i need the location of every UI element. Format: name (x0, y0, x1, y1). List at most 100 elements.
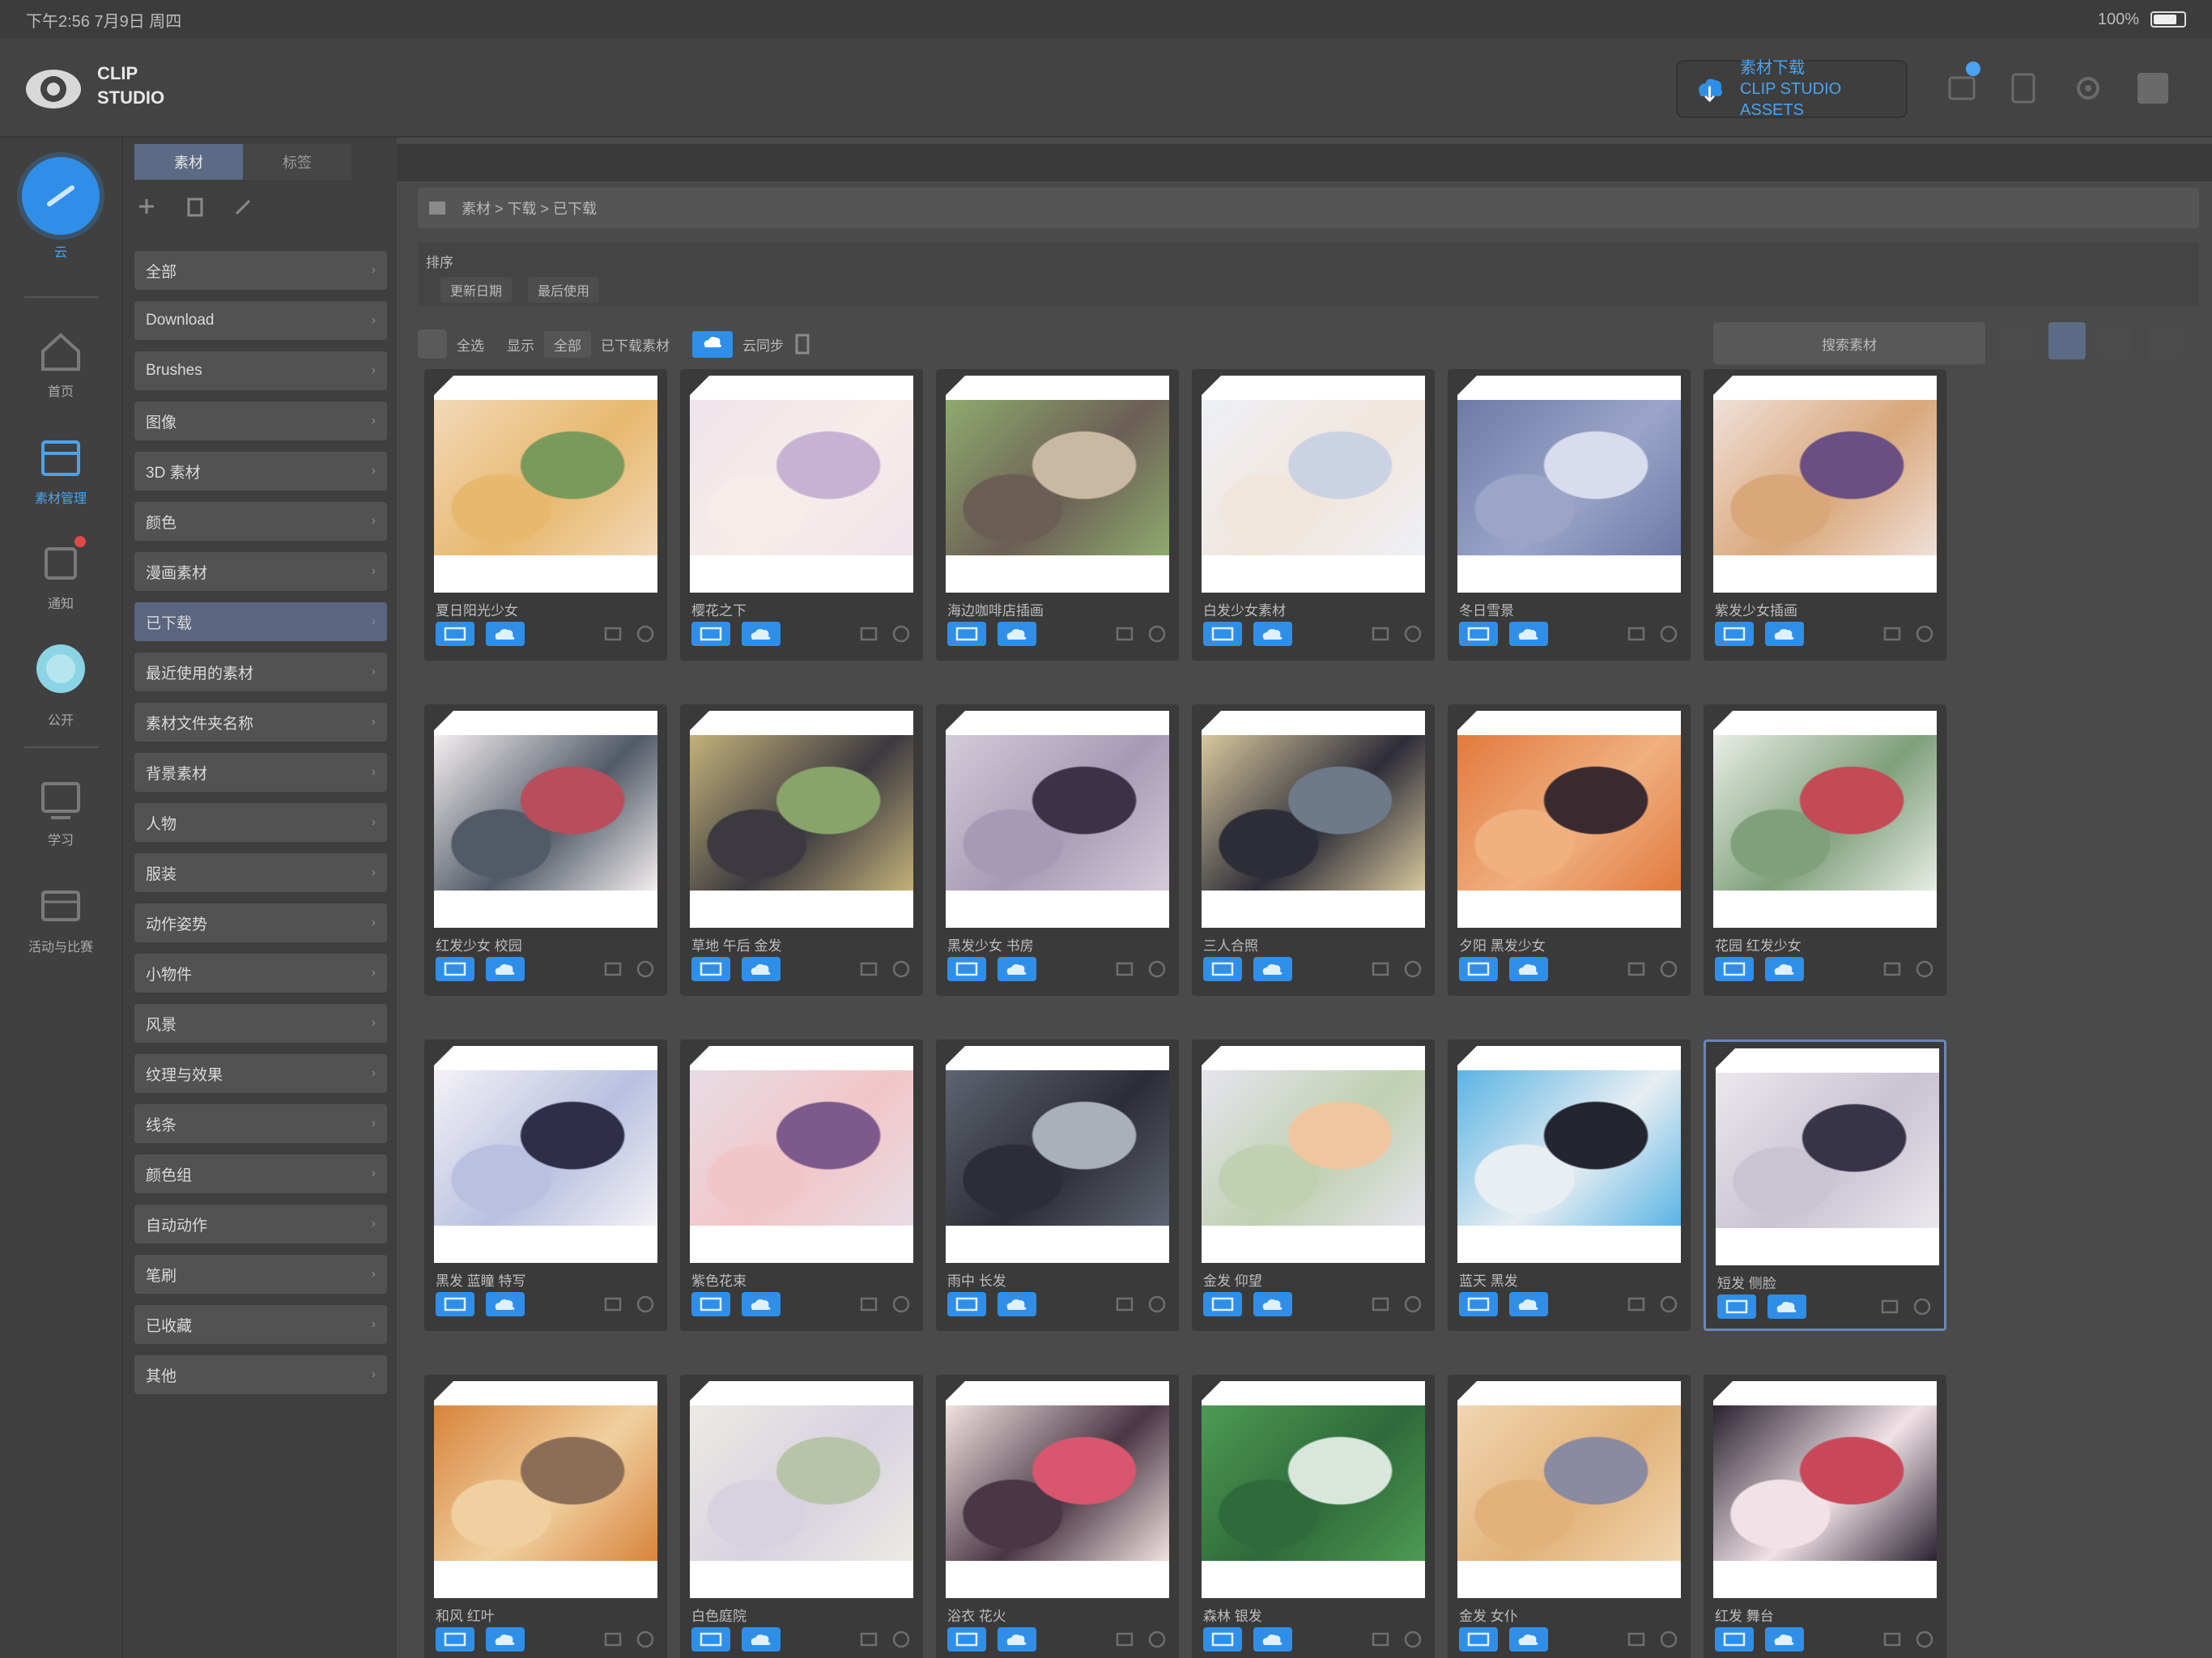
rail-item-cloud[interactable]: 云 (0, 157, 121, 261)
document-icon[interactable] (2005, 70, 2042, 107)
folder-move-icon[interactable] (1882, 623, 1903, 644)
asset-card[interactable]: 金发 女仆 (1448, 1375, 1691, 1658)
tab-assets[interactable]: 素材 (134, 144, 243, 180)
rail-item-learn[interactable]: 学习 (0, 777, 121, 848)
info-icon[interactable] (1402, 959, 1423, 980)
category-item[interactable]: 小物件 › (134, 954, 387, 993)
asset-card[interactable]: 红发 舞台 (1704, 1375, 1946, 1658)
asset-card[interactable]: 森林 银发 (1192, 1375, 1435, 1658)
rail-item-home[interactable]: 首页 (0, 329, 121, 400)
category-item[interactable]: 背景素材 › (134, 753, 387, 792)
notification-bell-icon[interactable] (1943, 70, 1980, 107)
asset-search-input[interactable]: 搜索素材 (1713, 322, 1985, 364)
more-options-icon[interactable] (793, 332, 811, 356)
info-icon[interactable] (891, 623, 912, 644)
delete-icon[interactable] (183, 194, 207, 219)
asset-card[interactable]: 金发 仰望 (1192, 1039, 1435, 1331)
folder-move-icon[interactable] (1626, 1294, 1647, 1315)
category-item[interactable]: Download › (134, 301, 387, 340)
category-item[interactable]: 最近使用的素材 › (134, 653, 387, 691)
folder-move-icon[interactable] (1882, 1629, 1903, 1650)
info-icon[interactable] (891, 1629, 912, 1650)
info-icon[interactable] (1658, 623, 1679, 644)
info-icon[interactable] (1914, 1629, 1935, 1650)
add-folder-icon[interactable] (134, 194, 159, 219)
select-all-checkbox[interactable] (418, 329, 447, 359)
asset-card[interactable]: 蓝天 黑发 (1448, 1039, 1691, 1331)
folder-move-icon[interactable] (1114, 1629, 1135, 1650)
info-icon[interactable] (1914, 959, 1935, 980)
view-list-button[interactable] (2000, 322, 2037, 359)
info-icon[interactable] (1146, 1629, 1168, 1650)
asset-card[interactable]: 樱花之下 (680, 369, 923, 661)
category-item[interactable]: 素材文件夹名称 › (134, 703, 387, 742)
sort-chip-updated[interactable]: 更新日期 (440, 277, 513, 303)
folder-move-icon[interactable] (1626, 959, 1647, 980)
folder-move-icon[interactable] (858, 623, 879, 644)
info-icon[interactable] (1914, 623, 1935, 644)
asset-card[interactable]: 和风 红叶 (424, 1375, 667, 1658)
category-item[interactable]: 风景 › (134, 1004, 387, 1043)
category-item[interactable]: 已下载 › (134, 602, 387, 641)
asset-card[interactable]: 夏日阳光少女 (424, 369, 667, 661)
tab-tags[interactable]: 标签 (243, 144, 351, 180)
asset-card[interactable]: 雨中 长发 (936, 1039, 1179, 1331)
category-item[interactable]: 已收藏 › (134, 1305, 387, 1344)
rail-item-events[interactable]: 活动与比赛 (0, 884, 121, 955)
folder-move-icon[interactable] (858, 1294, 879, 1315)
asset-card[interactable]: 白色庭院 (680, 1375, 923, 1658)
folder-move-icon[interactable] (1370, 623, 1391, 644)
folder-move-icon[interactable] (1626, 1629, 1647, 1650)
category-item[interactable]: 服装 › (134, 853, 387, 892)
folder-move-icon[interactable] (602, 623, 623, 644)
category-item[interactable]: 动作姿势 › (134, 903, 387, 942)
info-icon[interactable] (1146, 623, 1168, 644)
info-icon[interactable] (1402, 623, 1423, 644)
info-icon[interactable] (1146, 959, 1168, 980)
category-item[interactable]: 自动动作 › (134, 1205, 387, 1244)
folder-move-icon[interactable] (1114, 959, 1135, 980)
asset-card[interactable]: 草地 午后 金发 (680, 704, 923, 996)
category-item[interactable]: 3D 素材 › (134, 452, 387, 491)
sort-chip-last-used[interactable]: 最后使用 (528, 277, 600, 303)
edit-icon[interactable] (232, 194, 256, 219)
asset-card[interactable]: 海边咖啡店插画 (936, 369, 1179, 661)
asset-card[interactable]: 黑发少女 书房 (936, 704, 1179, 996)
asset-card[interactable]: 红发少女 校园 (424, 704, 667, 996)
folder-move-icon[interactable] (602, 1294, 623, 1315)
rail-item-notifications[interactable]: 通知 (0, 541, 121, 612)
category-item[interactable]: 其他 › (134, 1355, 387, 1394)
asset-download-button[interactable]: 素材下载 CLIP STUDIO ASSETS (1676, 59, 1908, 119)
folder-move-icon[interactable] (1114, 623, 1135, 644)
category-item[interactable]: 图像 › (134, 402, 387, 440)
category-item[interactable]: 人物 › (134, 803, 387, 842)
info-icon[interactable] (891, 1294, 912, 1315)
settings-gear-icon[interactable] (2069, 70, 2107, 107)
filter-all-button[interactable]: 全部 (544, 330, 591, 358)
asset-card[interactable]: 紫色花束 (680, 1039, 923, 1331)
rail-item-share[interactable]: 公开 (0, 638, 121, 729)
asset-card[interactable]: 三人合照 (1192, 704, 1435, 996)
folder-move-icon[interactable] (1114, 1294, 1135, 1315)
view-large-button[interactable] (2097, 322, 2134, 359)
asset-card[interactable]: 花园 红发少女 (1704, 704, 1946, 996)
category-item[interactable]: 颜色组 › (134, 1154, 387, 1193)
category-item[interactable]: 线条 › (134, 1104, 387, 1143)
info-icon[interactable] (1658, 959, 1679, 980)
folder-move-icon[interactable] (1370, 1294, 1391, 1315)
info-icon[interactable] (635, 623, 656, 644)
info-icon[interactable] (1146, 1294, 1168, 1315)
category-item[interactable]: 纹理与效果 › (134, 1054, 387, 1093)
info-icon[interactable] (1402, 1629, 1423, 1650)
asset-card[interactable]: 紫发少女插画 (1704, 369, 1946, 661)
asset-card[interactable]: 夕阳 黑发少女 (1448, 704, 1691, 996)
view-grid-button[interactable] (2048, 322, 2086, 359)
folder-move-icon[interactable] (1370, 1629, 1391, 1650)
info-icon[interactable] (635, 1629, 656, 1650)
cloud-sync-toggle[interactable] (692, 330, 733, 358)
folder-move-icon[interactable] (1370, 959, 1391, 980)
filter-downloaded[interactable]: 已下载素材 (601, 334, 670, 355)
folder-move-icon[interactable] (602, 1629, 623, 1650)
info-icon[interactable] (891, 959, 912, 980)
asset-card[interactable]: 黑发 蓝瞳 特写 (424, 1039, 667, 1331)
